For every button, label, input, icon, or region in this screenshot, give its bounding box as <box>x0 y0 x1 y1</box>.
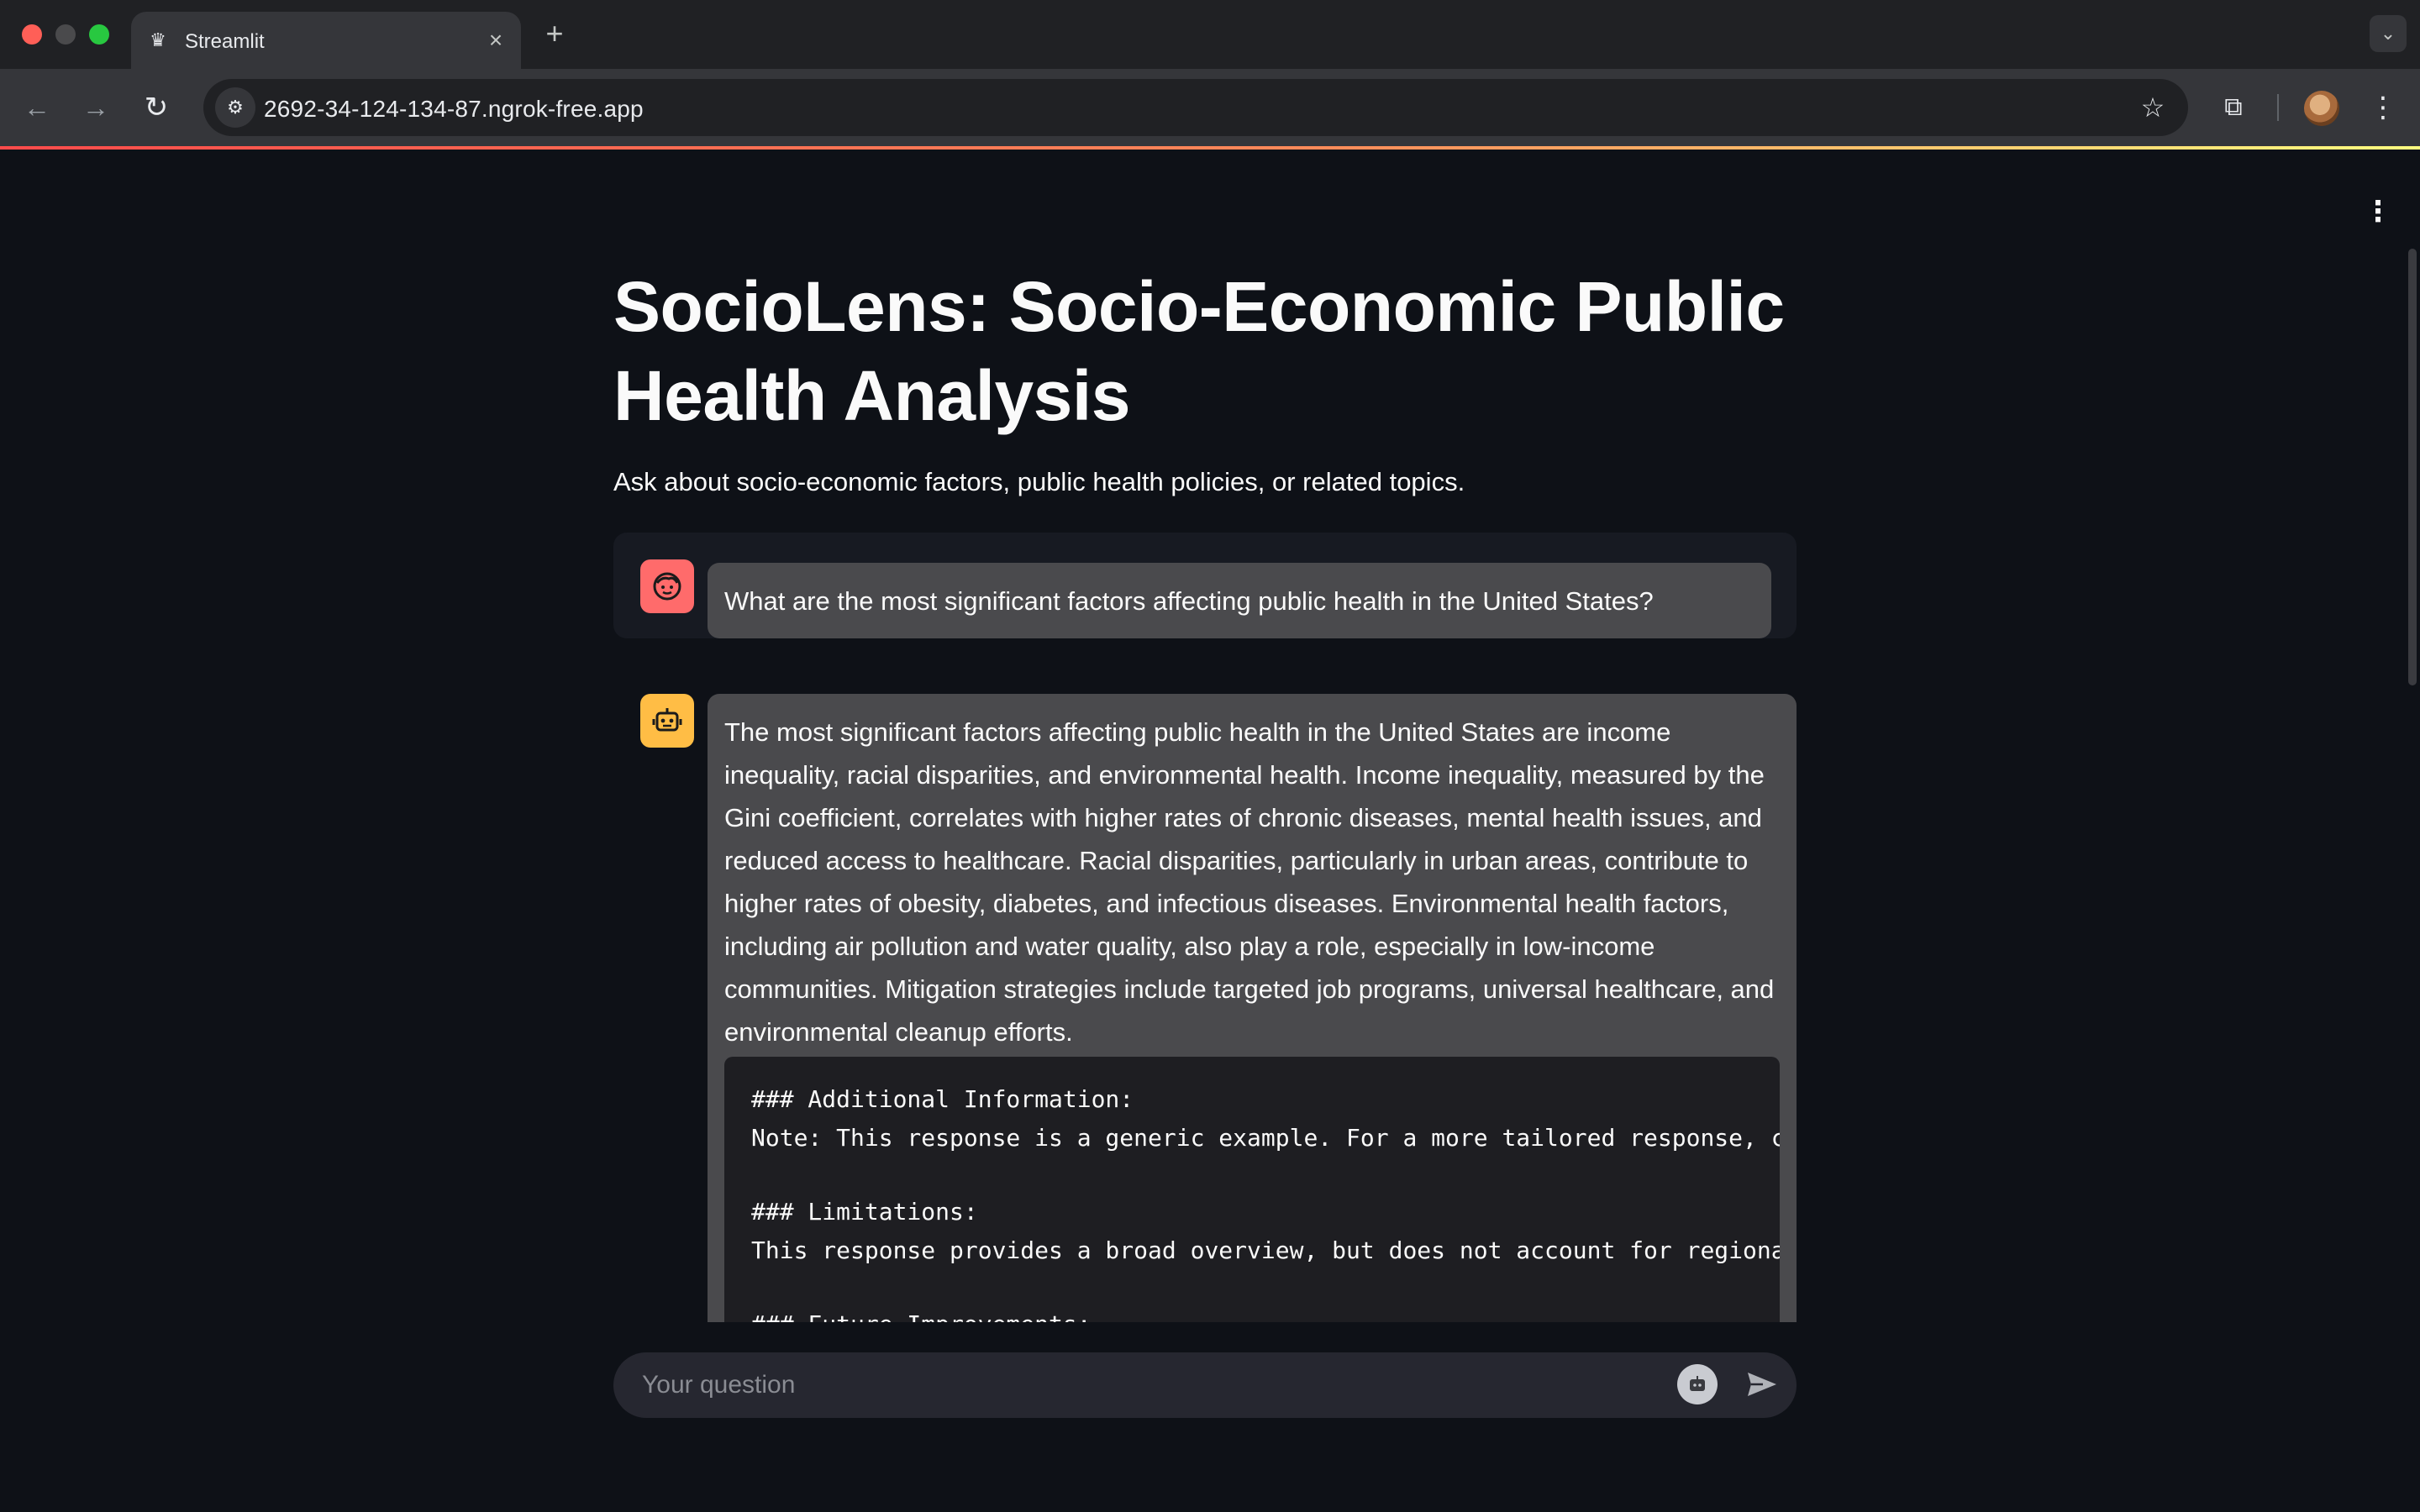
browser-tab[interactable]: ♛ Streamlit × <box>131 12 521 69</box>
robot-icon[interactable] <box>1677 1364 1718 1404</box>
back-arrow-icon[interactable]: ← <box>17 87 57 128</box>
scrollbar-thumb[interactable] <box>2408 249 2417 685</box>
page-scrollbar[interactable] <box>2405 247 2420 1322</box>
address-bar[interactable]: ⚙ 2692-34-124-134-87.ngrok-free.app ☆ <box>203 79 2188 136</box>
code-block[interactable]: ### Additional Information: Note: This r… <box>724 1057 1780 1322</box>
toolbar-divider <box>2277 94 2279 121</box>
face-icon <box>653 572 681 601</box>
app-header: ⋮ <box>0 150 2420 247</box>
url-text[interactable]: 2692-34-124-134-87.ngrok-free.app <box>264 96 644 123</box>
maximize-window-button[interactable] <box>89 24 109 45</box>
code-line: ### Additional Information: <box>751 1085 1134 1113</box>
new-tab-button[interactable]: + <box>538 17 571 50</box>
assistant-message-bubble: The most significant factors affecting p… <box>708 694 1797 1322</box>
reload-icon[interactable]: ↻ <box>136 87 176 128</box>
user-avatar <box>640 559 694 613</box>
assistant-message-text: The most significant factors affecting p… <box>724 717 1775 1047</box>
close-window-button[interactable] <box>22 24 42 45</box>
profile-avatar[interactable] <box>2304 91 2339 126</box>
streamlit-crown-icon: ♛ <box>150 29 166 50</box>
chat-input[interactable]: Your question <box>613 1352 1797 1418</box>
browser-toolbar: ← → ↻ ⚙ 2692-34-124-134-87.ngrok-free.ap… <box>0 69 2420 146</box>
extensions-puzzle-icon[interactable]: ⧉ <box>2213 87 2254 128</box>
site-info-icon[interactable]: ⚙ <box>215 87 255 128</box>
bookmark-star-icon[interactable]: ☆ <box>2134 89 2171 126</box>
tab-title: Streamlit <box>185 30 265 53</box>
forward-arrow-icon[interactable]: → <box>76 87 116 128</box>
robot-icon <box>652 708 682 732</box>
minimize-window-button[interactable] <box>55 24 76 45</box>
page-title: SocioLens: Socio-Economic Public Health … <box>613 267 1785 435</box>
send-icon[interactable] <box>1743 1366 1780 1403</box>
chat-input-placeholder[interactable]: Your question <box>642 1371 795 1399</box>
code-line: Note: This response is a generic example… <box>751 1124 1780 1152</box>
user-message-text: What are the most significant factors af… <box>724 586 1654 616</box>
tab-close-icon[interactable]: × <box>482 27 509 54</box>
chat-input-area: Your question <box>0 1322 2420 1512</box>
browser-tab-bar: ♛ Streamlit × + ⌄ <box>0 0 2420 69</box>
code-line: ### Future Improvements: <box>751 1310 1092 1322</box>
code-line: ### Limitations: <box>751 1198 978 1226</box>
page-subtitle: Ask about socio-economic factors, public… <box>613 467 1465 496</box>
tab-search-chevron-icon[interactable]: ⌄ <box>2370 15 2407 52</box>
user-chat-message: What are the most significant factors af… <box>613 533 1797 638</box>
main-content: SocioLens: Socio-Economic Public Health … <box>0 247 2405 1322</box>
app-main-menu-kebab-icon[interactable]: ⋮ <box>2361 190 2395 234</box>
assistant-avatar <box>640 694 694 748</box>
code-line: This response provides a broad overview,… <box>751 1236 1780 1264</box>
browser-menu-kebab-icon[interactable]: ⋮ <box>2365 87 2402 128</box>
user-message-bubble: What are the most significant factors af… <box>708 563 1771 638</box>
